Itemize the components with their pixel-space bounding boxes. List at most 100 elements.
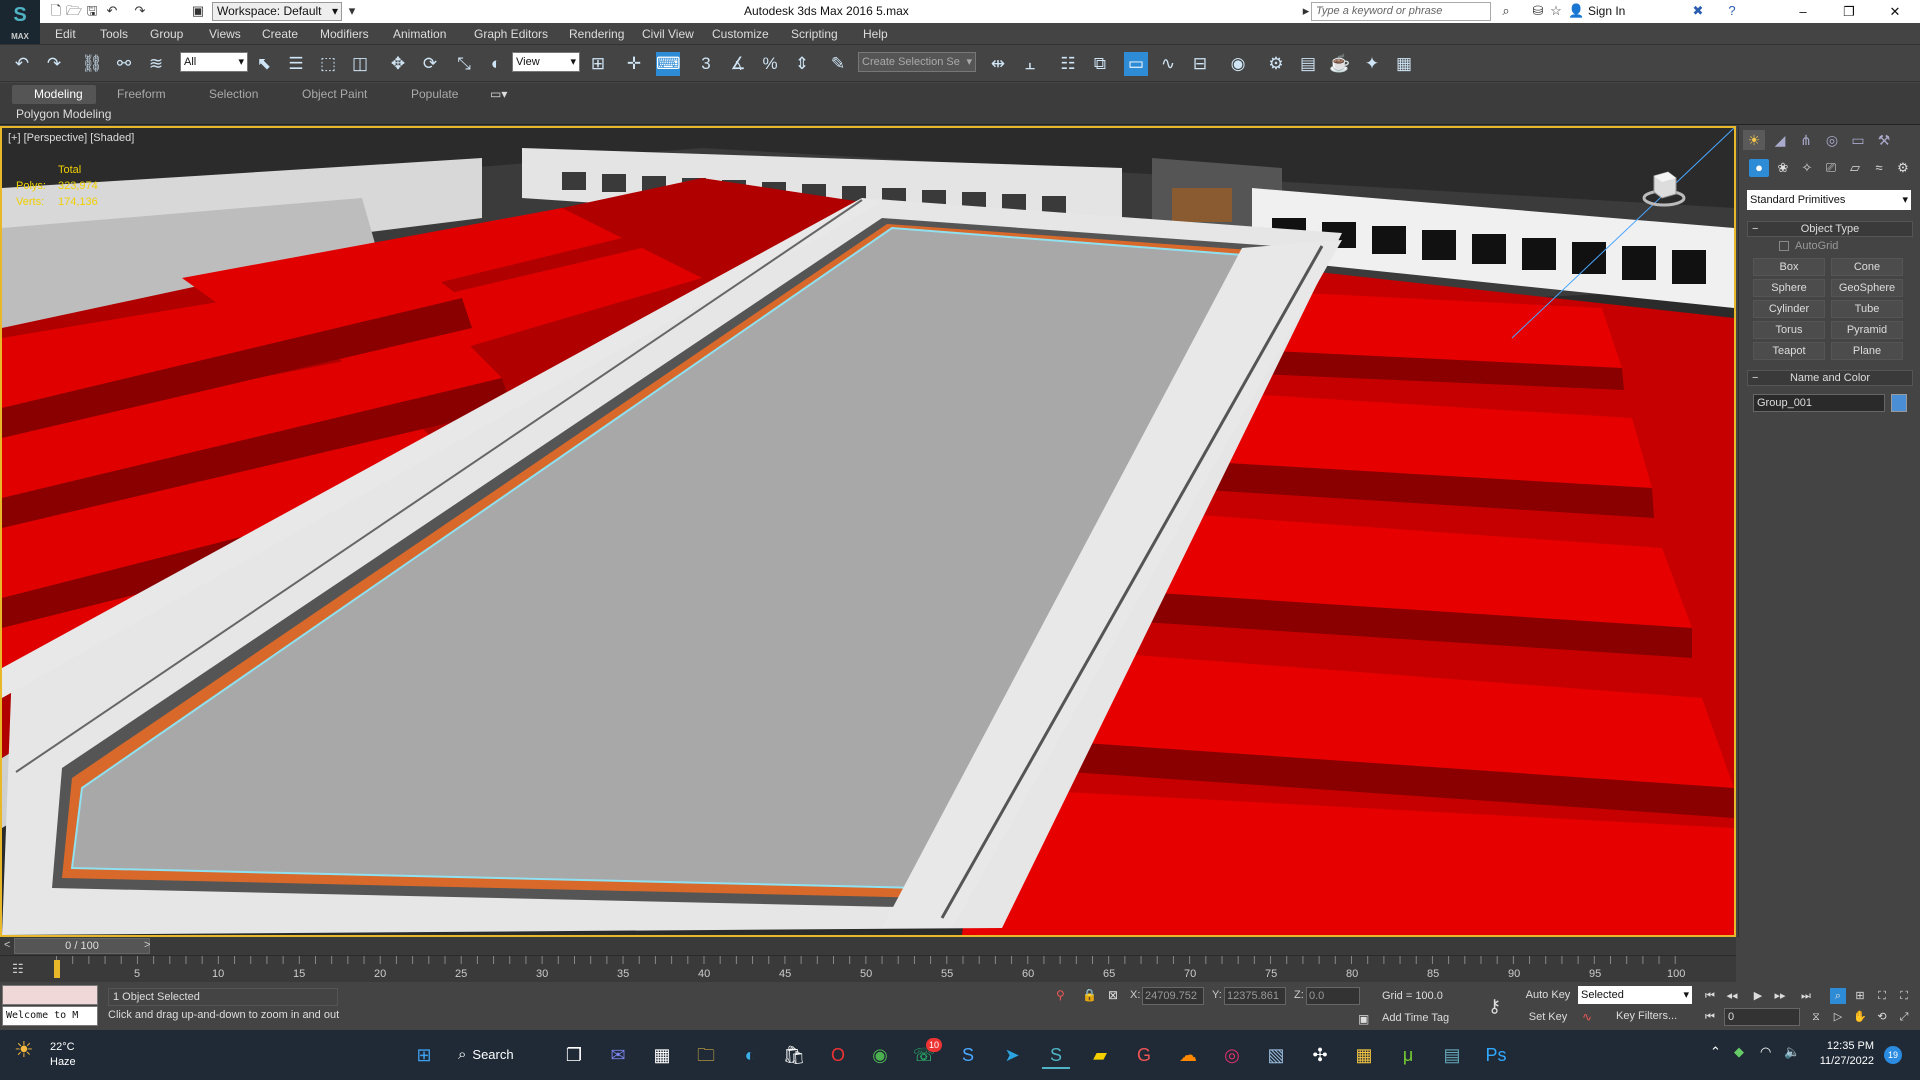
exchange-icon[interactable]: ✖ [1690, 3, 1706, 19]
maximize-button[interactable]: ❐ [1826, 0, 1872, 23]
current-frame-field[interactable]: 0 [1724, 1008, 1800, 1026]
zoom-viewport-icon[interactable]: ⌕ [1830, 988, 1846, 1004]
render-cloud-icon[interactable]: ▦ [1392, 52, 1416, 76]
plane-button[interactable]: Plane [1831, 342, 1903, 360]
workspace-dropdown[interactable]: Workspace: Default [212, 2, 342, 21]
play-icon[interactable]: ▶ [1750, 988, 1766, 1004]
zoom-extents-all-icon[interactable]: ⛶ [1896, 988, 1912, 1004]
cone-button[interactable]: Cone [1831, 258, 1903, 276]
sign-in-link[interactable]: Sign In [1588, 4, 1625, 18]
select-object-icon[interactable]: ⬉ [252, 52, 276, 76]
redo-icon[interactable]: ↷ [132, 3, 148, 19]
3ds-max-taskbar-icon[interactable]: S [1042, 1041, 1070, 1069]
viewcube-icon[interactable] [1642, 166, 1686, 210]
pivot-center-icon[interactable]: ⊞ [586, 52, 610, 76]
window-crossing-icon[interactable]: ◫ [348, 52, 372, 76]
time-tag-icon[interactable]: ▣ [1358, 1012, 1369, 1026]
curve-editor-mini-icon[interactable]: ☷ [12, 961, 32, 977]
add-time-tag[interactable]: Add Time Tag [1382, 1012, 1449, 1024]
search-input[interactable]: Type a keyword or phrase [1311, 2, 1491, 21]
chrome-browser-icon[interactable]: ◉ [866, 1041, 894, 1069]
orbit-icon[interactable]: ⟲ [1874, 1009, 1890, 1025]
bind-space-warp-icon[interactable]: ≋ [144, 52, 168, 76]
edit-named-selections-icon[interactable]: ✎ [826, 52, 850, 76]
ribbon-options-icon[interactable]: ▭▾ [490, 87, 507, 101]
undo-icon[interactable]: ↶ [104, 3, 120, 19]
task-view-icon[interactable]: ❐ [560, 1041, 588, 1069]
cameras-icon[interactable]: ⎚ [1821, 159, 1841, 177]
zoom-extents-icon[interactable]: ⛶ [1874, 988, 1890, 1004]
teapot-button[interactable]: Teapot [1753, 342, 1825, 360]
perspective-viewport[interactable]: [+] [Perspective] [Shaded] Total Polys: 3… [0, 126, 1736, 937]
prev-frame-arrow-icon[interactable]: < [4, 939, 10, 951]
network-tool-icon[interactable]: ✣ [1306, 1041, 1334, 1069]
previous-frame-icon[interactable]: ◂◂ [1724, 988, 1740, 1004]
layer-manager-icon[interactable]: ☷ [1056, 52, 1080, 76]
maximize-viewport-icon[interactable]: ⤢ [1896, 1009, 1912, 1025]
menu-scripting[interactable]: Scripting [791, 27, 838, 41]
sketchup-icon[interactable]: S [954, 1041, 982, 1069]
menu-tools[interactable]: Tools [100, 27, 128, 41]
utorrent-icon[interactable]: μ [1394, 1041, 1422, 1069]
start-menu-icon[interactable]: ⊞ [410, 1041, 438, 1069]
system-clock[interactable]: 12:35 PM 11/27/2022 [1812, 1039, 1874, 1069]
wifi-icon[interactable]: ◠ [1760, 1044, 1771, 1060]
name-and-color-rollout[interactable]: Name and Color [1747, 370, 1913, 386]
sphere-button[interactable]: Sphere [1753, 279, 1825, 297]
rendered-frame-window-icon[interactable]: ▤ [1296, 52, 1320, 76]
photo-viewer-icon[interactable]: ▧ [1262, 1041, 1290, 1069]
rectangular-selection-icon[interactable]: ⬚ [316, 52, 340, 76]
hierarchy-tab-icon[interactable]: ⋔ [1795, 130, 1817, 150]
shapes-icon[interactable]: ❀ [1773, 159, 1793, 177]
primitive-type-dropdown[interactable]: Standard Primitives [1747, 190, 1911, 210]
box-button[interactable]: Box [1753, 258, 1825, 276]
align-icon[interactable]: ⫠ [1018, 52, 1042, 76]
menu-graph-editors[interactable]: Graph Editors [474, 27, 548, 41]
systems-icon[interactable]: ⚙ [1893, 159, 1913, 177]
project-folder-icon[interactable]: ▣ [190, 3, 206, 19]
menu-animation[interactable]: Animation [393, 27, 446, 41]
zoom-all-icon[interactable]: ⊞ [1852, 988, 1868, 1004]
maxscript-output[interactable]: Welcome to M [2, 1006, 98, 1026]
subscription-icon[interactable]: ⛁ [1530, 3, 1546, 19]
photoshop-icon[interactable]: Ps [1482, 1041, 1510, 1069]
time-configuration-icon[interactable]: ⧖ [1808, 1009, 1824, 1025]
display-tab-icon[interactable]: ▭ [1847, 130, 1869, 150]
go-to-end-icon[interactable]: ⏭ [1798, 988, 1814, 1004]
named-selection-sets-dropdown[interactable]: Create Selection Se [858, 52, 976, 72]
tab-freeform[interactable]: Freeform [117, 87, 166, 101]
soundcloud-icon[interactable]: ☁ [1174, 1041, 1202, 1069]
absolute-mode-icon[interactable]: ⊠ [1108, 988, 1118, 1002]
teams-chat-icon[interactable]: ✉ [604, 1041, 632, 1069]
select-manipulate-icon[interactable]: ✛ [622, 52, 646, 76]
menu-edit[interactable]: Edit [55, 27, 76, 41]
show-hidden-icons-icon[interactable]: ⌃ [1710, 1044, 1721, 1060]
user-icon[interactable]: 👤 [1568, 3, 1584, 19]
geometry-icon[interactable]: ● [1749, 159, 1769, 177]
spinner-snap-icon[interactable]: ⇕ [790, 52, 814, 76]
favorites-star-icon[interactable]: ☆ [1548, 3, 1564, 19]
grammarly-icon[interactable]: G [1130, 1041, 1158, 1069]
move-icon[interactable]: ✥ [386, 52, 410, 76]
key-selection-dropdown[interactable]: Selected [1578, 986, 1692, 1004]
create-tab-icon[interactable]: ☀ [1743, 130, 1765, 150]
help-icon[interactable]: ? [1724, 3, 1740, 19]
save-file-icon[interactable]: 🖫 [84, 3, 100, 19]
undo-icon[interactable]: ↶ [10, 52, 34, 76]
scale-icon[interactable]: ⤡ [452, 52, 476, 76]
calculator-icon[interactable]: ▦ [648, 1041, 676, 1069]
toggle-ribbon-icon[interactable]: ▭ [1124, 52, 1148, 76]
sticky-notes-icon[interactable]: ▰ [1086, 1041, 1114, 1069]
angle-snap-icon[interactable]: ∡ [726, 52, 750, 76]
menu-customize[interactable]: Customize [712, 27, 769, 41]
polygon-modeling-label[interactable]: Polygon Modeling [16, 107, 111, 121]
tab-modeling[interactable]: Modeling [34, 87, 83, 101]
spreadsheet-icon[interactable]: ▦ [1350, 1041, 1378, 1069]
helpers-icon[interactable]: ▱ [1845, 159, 1865, 177]
keyboard-shortcut-override-icon[interactable]: ⌨ [656, 52, 681, 76]
autogrid-checkbox-box[interactable] [1779, 241, 1789, 252]
menu-group[interactable]: Group [150, 27, 183, 41]
menu-help[interactable]: Help [863, 27, 888, 41]
unlink-icon[interactable]: ⚯ [112, 52, 136, 76]
rotate-icon[interactable]: ⟳ [418, 52, 442, 76]
